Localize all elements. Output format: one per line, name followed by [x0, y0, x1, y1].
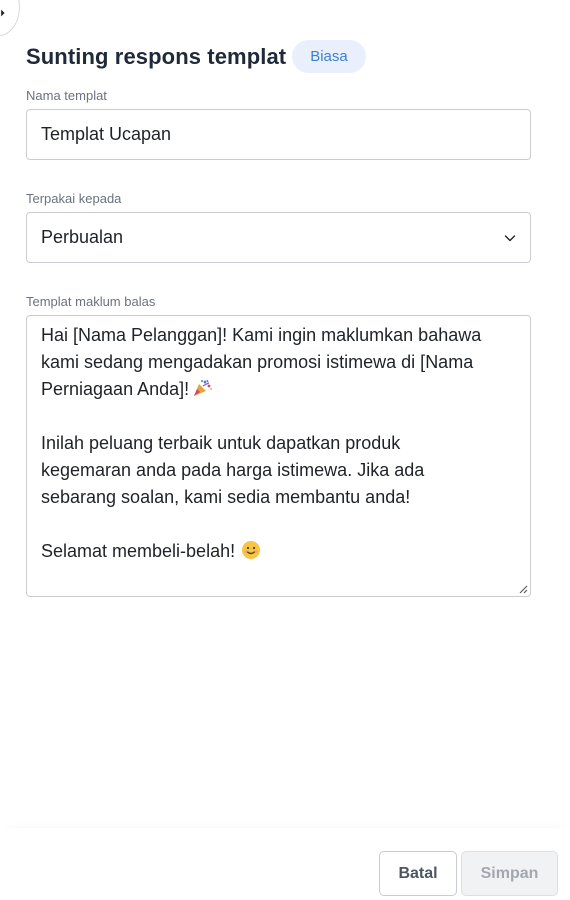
save-button[interactable]: Simpan [461, 851, 558, 896]
resize-handle-icon[interactable] [518, 584, 528, 594]
textarea-line: sebarang soalan, kami sedia membantu and… [41, 487, 411, 507]
textarea-line [41, 403, 516, 430]
page-header: Sunting respons templat Biasa [26, 40, 366, 73]
textarea-line [41, 511, 516, 538]
applies-to-value: Perbualan [41, 227, 124, 247]
textarea-line: kegemaran anda pada harga istimewa. Jika… [41, 460, 425, 480]
textarea-line-text: Selamat membeli-belah! [41, 541, 236, 561]
cancel-button[interactable]: Batal [379, 851, 457, 896]
template-name-input[interactable]: Templat Ucapan [26, 109, 531, 160]
textarea-line: Perniagaan Anda]! [41, 376, 516, 403]
page-title: Sunting respons templat [26, 43, 287, 69]
template-name-value: Templat Ucapan [41, 124, 172, 144]
smiling-face-icon [242, 541, 261, 559]
applies-to-label: Terpakai kepada [26, 191, 122, 206]
textarea-line: Selamat membeli-belah! [41, 538, 516, 565]
edit-template-panel: Sunting respons templat Biasa Nama templ… [0, 0, 570, 900]
textarea-line: Hai [Nama Pelanggan]! Kami ingin maklumk… [41, 325, 482, 345]
party-popper-icon [194, 379, 213, 396]
chevron-down-icon [504, 234, 516, 241]
status-badge: Biasa [292, 40, 366, 73]
reply-template-textarea[interactable]: Hai [Nama Pelanggan]! Kami ingin maklumk… [26, 315, 531, 597]
textarea-line: Inilah peluang terbaik untuk dapatkan pr… [41, 433, 401, 453]
applies-to-select[interactable]: Perbualan [26, 212, 531, 263]
arrow-left-icon [1, 9, 5, 17]
textarea-line-text: Perniagaan Anda]! [41, 379, 190, 399]
template-name-label: Nama templat [26, 88, 107, 103]
reply-template-label: Templat maklum balas [26, 294, 156, 309]
textarea-line: kami sedang mengadakan promosi istimewa … [41, 352, 474, 372]
back-button[interactable] [0, 0, 20, 36]
